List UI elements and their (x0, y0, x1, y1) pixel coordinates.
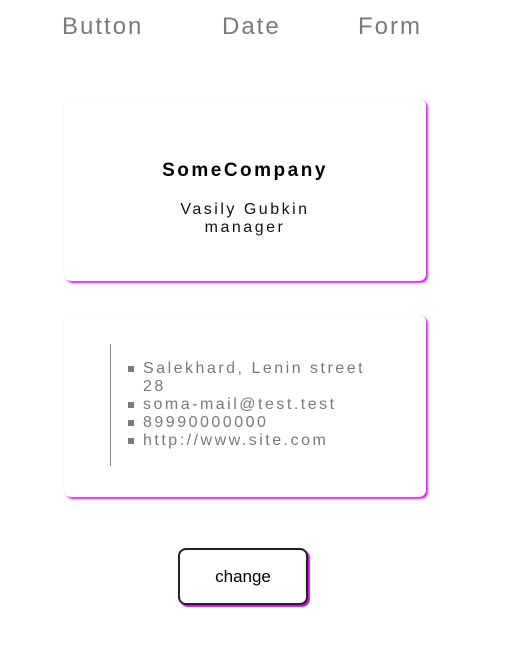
contact-email: soma-mail@test.test (128, 396, 368, 414)
change-button[interactable]: change (178, 548, 308, 605)
bullet-icon (128, 402, 134, 408)
contact-phone-text: 89990000000 (143, 414, 269, 431)
contact-address-text: Salekhard, Lenin street 28 (143, 360, 366, 395)
contact-list: Salekhard, Lenin street 28 soma-mail@tes… (128, 360, 368, 450)
business-card-front (64, 99, 426, 281)
person-name: Vasily Gubkin (180, 201, 310, 218)
contact-email-text: soma-mail@test.test (143, 396, 337, 413)
company-name: SomeCompany (162, 160, 328, 181)
bullet-icon (128, 366, 134, 372)
nav-item-form[interactable]: Form (358, 12, 422, 42)
nav-item-button[interactable]: Button (62, 12, 143, 42)
contact-website: http://www.site.com (128, 432, 368, 450)
top-nav: Button Date Form (0, 12, 507, 44)
bullet-icon (128, 438, 134, 444)
contact-address: Salekhard, Lenin street 28 (128, 360, 368, 396)
contact-phone: 89990000000 (128, 414, 368, 432)
bullet-icon (128, 420, 134, 426)
contact-website-text: http://www.site.com (143, 432, 329, 449)
person-info: Vasily Gubkin manager (64, 201, 426, 237)
contact-divider (110, 344, 111, 466)
person-position: manager (204, 219, 286, 236)
nav-item-date[interactable]: Date (222, 12, 281, 42)
